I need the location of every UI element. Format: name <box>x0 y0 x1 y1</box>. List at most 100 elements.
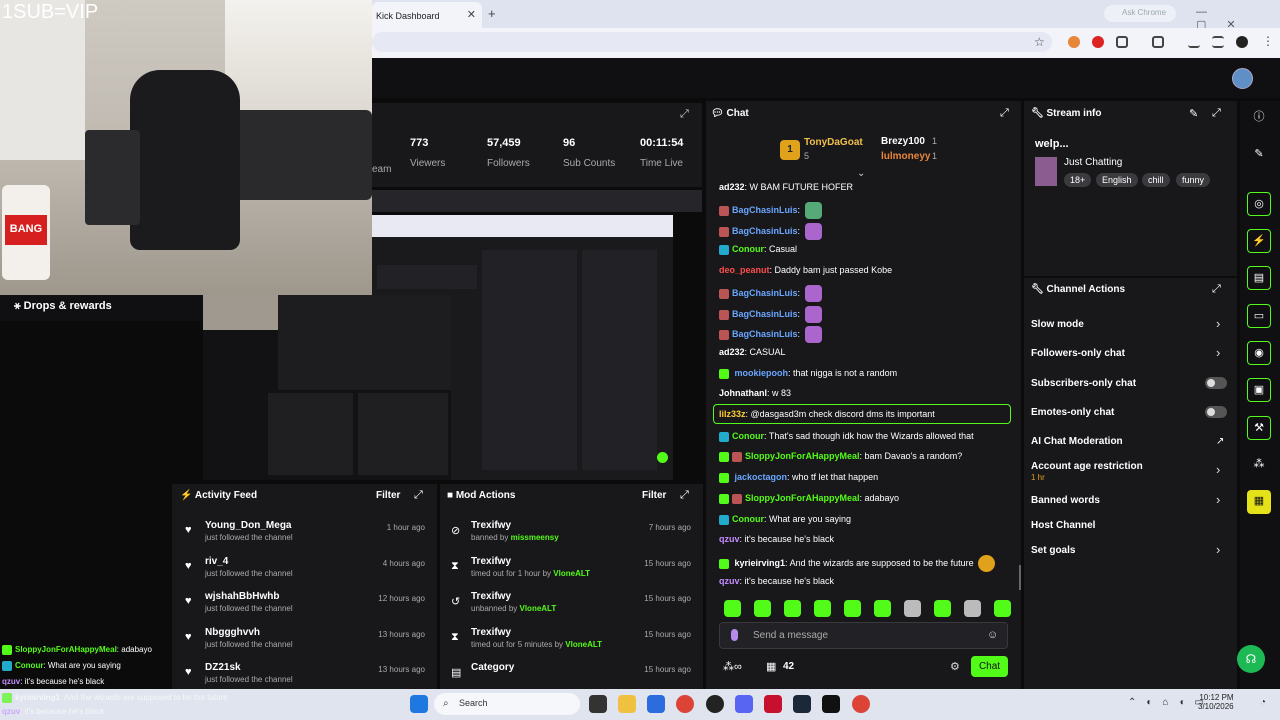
expand-icon[interactable]: ⤢ <box>1000 107 1009 120</box>
bookmark-star-icon[interactable]: ☆ <box>1034 35 1045 49</box>
expand-icon[interactable]: ⤢ <box>414 489 423 502</box>
emote-icon[interactable] <box>964 600 981 617</box>
activity-filter-button[interactable]: Filter <box>376 490 400 501</box>
layout-icon[interactable]: ▣ <box>1247 378 1271 402</box>
second-gifter-name[interactable]: Brezy100 <box>881 136 925 147</box>
emote-icon[interactable] <box>994 600 1011 617</box>
ai-moderation-button[interactable]: AI Chat Moderation <box>1031 436 1123 447</box>
extension-icon[interactable] <box>1068 36 1080 48</box>
extensions-puzzle-icon[interactable] <box>1116 36 1128 48</box>
start-icon[interactable] <box>410 695 428 713</box>
broadcast-icon[interactable]: ◉ <box>1247 341 1271 365</box>
emote-icon[interactable] <box>814 600 831 617</box>
chevron-right-icon[interactable]: › <box>1216 542 1220 557</box>
chrome-icon[interactable] <box>676 695 694 713</box>
settings-gear-icon[interactable]: ⚙ <box>950 660 960 673</box>
steam-icon[interactable] <box>793 695 811 713</box>
wrench-icon: 🔧︎ <box>1031 284 1047 295</box>
send-chat-button[interactable]: Chat <box>971 656 1008 677</box>
emoji-picker-icon[interactable]: ☺ <box>987 629 998 641</box>
points-icon[interactable]: ⁂ <box>1247 453 1271 477</box>
download-icon[interactable] <box>1188 36 1200 48</box>
omnibox[interactable] <box>372 32 1052 52</box>
obs-icon[interactable] <box>706 695 724 713</box>
wrench-icon[interactable]: ⚒ <box>1247 416 1271 440</box>
banned-words-button[interactable]: Banned words <box>1031 495 1100 506</box>
clapperboard-icon[interactable]: ▦ <box>1247 490 1271 514</box>
emote-icon[interactable] <box>784 600 801 617</box>
host-channel-button[interactable]: Host Channel <box>1031 520 1095 531</box>
moderator-badge-icon <box>719 205 729 216</box>
profile-icon[interactable] <box>1236 36 1248 48</box>
store-icon[interactable] <box>647 695 665 713</box>
expand-icon[interactable]: ⤢ <box>1212 107 1221 120</box>
followers-only-button[interactable]: Followers-only chat <box>1031 348 1125 359</box>
taskbar-clock[interactable]: 10:12 PM 3/10/2026 <box>1198 693 1234 711</box>
info-icon[interactable]: ⓘ <box>1247 106 1271 130</box>
discord-icon[interactable] <box>735 695 753 713</box>
edit-pencil-icon[interactable]: ✎ <box>1189 107 1198 120</box>
external-link-icon[interactable]: ↗ <box>1216 436 1224 447</box>
new-tab-icon[interactable]: + <box>488 6 496 21</box>
points-icon[interactable]: ⁂∞ <box>723 660 742 673</box>
emote-icon[interactable] <box>754 600 771 617</box>
edit-pencil-icon[interactable]: ✎ <box>1247 143 1271 167</box>
nested-feed <box>268 393 353 475</box>
chat-bubble-icon[interactable]: ▭ <box>1247 304 1271 328</box>
list-item: ♥ riv_4 just followed the channel 4 hours a… <box>185 556 425 578</box>
expand-icon[interactable]: ⤢ <box>680 489 689 502</box>
moderator-badge-icon <box>719 226 729 237</box>
chrome-icon[interactable] <box>852 695 870 713</box>
chevron-right-icon[interactable]: › <box>1216 316 1220 331</box>
reading-list-icon[interactable] <box>1212 36 1224 48</box>
verified-badge-icon <box>719 244 729 255</box>
support-headset-icon[interactable]: ☊ <box>1237 645 1265 673</box>
chevron-right-icon[interactable]: › <box>1216 492 1220 507</box>
adobe-icon[interactable] <box>764 695 782 713</box>
slow-mode-button[interactable]: Slow mode <box>1031 319 1084 330</box>
emote-icon[interactable] <box>904 600 921 617</box>
drops-label: Drops & rewards <box>23 300 112 312</box>
close-tab-icon[interactable]: ✕ <box>467 8 476 21</box>
chevron-right-icon[interactable]: › <box>1216 462 1220 477</box>
chat-message: ad232: W BAM FUTURE HOFER <box>719 182 854 192</box>
avatar[interactable] <box>1232 68 1253 89</box>
task-view-icon[interactable] <box>589 695 607 713</box>
emote-icon[interactable] <box>934 600 951 617</box>
extension-icon[interactable] <box>1092 36 1104 48</box>
stream-info-title: 🔧︎ Stream info <box>1031 108 1102 119</box>
notifications-icon[interactable]: ◔ <box>1260 697 1266 708</box>
expand-icon[interactable]: ⤢ <box>680 108 689 121</box>
crying-emoji-icon <box>978 555 996 572</box>
bolt-icon[interactable]: ⚡ <box>1247 229 1271 253</box>
account-age-button[interactable]: Account age restriction <box>1031 461 1143 472</box>
clipboard-icon[interactable]: ▤ <box>1247 266 1271 290</box>
browser-tab[interactable]: Kick Dashboard ✕ <box>372 2 482 28</box>
screenshot-icon[interactable]: ◎ <box>1247 192 1271 216</box>
chevron-right-icon[interactable]: › <box>1216 345 1220 360</box>
ask-chrome-button[interactable]: Ask Chrome <box>1104 5 1176 22</box>
set-goals-button[interactable]: Set goals <box>1031 545 1075 556</box>
third-gifter-name[interactable]: lulmoneyy <box>881 151 930 162</box>
mod-filter-button[interactable]: Filter <box>642 490 666 501</box>
taskbar-search[interactable]: Search <box>434 693 580 715</box>
top-gifter-name[interactable]: TonyDaGoat <box>804 137 863 148</box>
emote-icon[interactable] <box>724 600 741 617</box>
collapse-icon[interactable]: ⌄ <box>857 168 865 179</box>
emotes-only-toggle[interactable] <box>1205 406 1227 418</box>
subscribers-only-toggle[interactable] <box>1205 377 1227 389</box>
browser-menu-icon[interactable]: ⋮ <box>1262 34 1274 48</box>
heart-icon: ♥ <box>185 631 192 643</box>
chat-icon: 💬︎ <box>711 108 727 119</box>
file-explorer-icon[interactable] <box>618 695 636 713</box>
chat-scrollbar[interactable] <box>1019 565 1021 590</box>
overlay-chat-message: qzuv: it's because he's black <box>2 677 105 686</box>
emote-icon[interactable] <box>844 600 861 617</box>
microphone-icon[interactable] <box>731 629 738 641</box>
expand-icon[interactable]: ⤢ <box>1212 283 1221 296</box>
tab-search-icon[interactable] <box>1152 36 1164 48</box>
capcut-icon[interactable] <box>822 695 840 713</box>
chat-message: qzuv: it's because he's black <box>719 576 835 586</box>
emote-icon[interactable] <box>874 600 891 617</box>
subscriber-badge-icon <box>719 558 729 569</box>
